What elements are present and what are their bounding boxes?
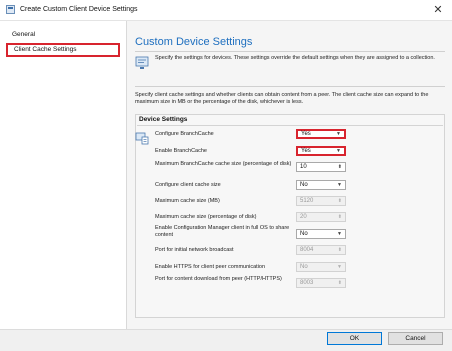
- group-title: Device Settings: [139, 116, 188, 123]
- sidebar-item-general[interactable]: General: [6, 28, 120, 42]
- enable-branchcache-dropdown[interactable]: Yes ▼: [296, 146, 346, 156]
- device-settings-icon: [135, 132, 149, 145]
- spinner-arrows-icon: ⬍: [337, 247, 342, 253]
- intro-text: Specify the settings for devices. These …: [155, 55, 435, 61]
- max-cache-size-percent-spinner[interactable]: 20 ⬍: [296, 212, 346, 222]
- intro-divider: [135, 86, 445, 87]
- max-cache-size-mb-label: Maximum cache size (MB): [155, 198, 220, 204]
- spinner-arrows-icon: ⬍: [337, 164, 342, 170]
- spinner-arrows-icon: ⬍: [337, 280, 342, 286]
- configure-branchcache-value: Yes: [301, 131, 311, 137]
- broadcast-port-label: Port for initial network broadcast: [155, 247, 234, 253]
- max-branchcache-size-spinner[interactable]: 10 ⬍: [296, 162, 346, 172]
- configure-client-cache-size-dropdown[interactable]: No ▼: [296, 180, 346, 190]
- footer-bar: [0, 329, 452, 351]
- ok-button[interactable]: OK: [327, 332, 382, 345]
- configure-client-cache-size-label: Configure client cache size: [155, 182, 221, 188]
- download-port-spinner[interactable]: 8003 ⬍: [296, 278, 346, 288]
- broadcast-port-spinner[interactable]: 8004 ⬍: [296, 245, 346, 255]
- sidebar: [0, 21, 127, 329]
- max-cache-size-mb-spinner[interactable]: 5120 ⬍: [296, 196, 346, 206]
- close-button[interactable]: ✕: [424, 0, 452, 20]
- max-cache-size-percent-value: 20: [300, 214, 307, 220]
- heading-divider: [135, 51, 445, 52]
- spinner-arrows-icon: ⬍: [337, 198, 342, 204]
- chevron-down-icon: ▼: [337, 182, 342, 188]
- sidebar-item-client-cache-settings[interactable]: Client Cache Settings: [6, 43, 120, 57]
- configure-client-cache-size-value: No: [300, 182, 308, 188]
- window-title: Create Custom Client Device Settings: [20, 6, 138, 13]
- enable-branchcache-label: Enable BranchCache: [155, 148, 207, 154]
- enable-https-dropdown[interactable]: No ▼: [296, 262, 346, 272]
- enable-share-content-value: No: [300, 231, 308, 237]
- spinner-arrows-icon: ⬍: [337, 214, 342, 220]
- chevron-down-icon: ▼: [336, 148, 341, 154]
- page-title: Custom Device Settings: [135, 36, 253, 48]
- chevron-down-icon: ▼: [336, 131, 341, 137]
- download-port-label: Port for content download from peer (HTT…: [155, 276, 282, 282]
- broadcast-port-value: 8004: [300, 247, 314, 253]
- enable-https-label: Enable HTTPS for client peer communicati…: [155, 264, 266, 270]
- configure-branchcache-label: Configure BranchCache: [155, 131, 214, 137]
- cancel-button[interactable]: Cancel: [388, 332, 443, 345]
- enable-share-content-label: Enable Configuration Manager client in f…: [155, 225, 290, 238]
- enable-share-content-dropdown[interactable]: No ▼: [296, 229, 346, 239]
- app-icon: [6, 5, 15, 14]
- max-branchcache-size-value: 10: [300, 164, 307, 170]
- group-divider: [137, 125, 443, 126]
- description-text: Specify client cache settings and whethe…: [135, 92, 429, 105]
- enable-https-value: No: [300, 264, 308, 270]
- max-cache-size-mb-value: 5120: [300, 198, 314, 204]
- settings-page-icon: [135, 56, 149, 69]
- enable-branchcache-value: Yes: [301, 148, 311, 154]
- max-cache-size-percent-label: Maximum cache size (percentage of disk): [155, 214, 257, 220]
- download-port-value: 8003: [300, 280, 314, 286]
- configure-branchcache-dropdown[interactable]: Yes ▼: [296, 129, 346, 139]
- chevron-down-icon: ▼: [337, 264, 342, 270]
- max-branchcache-size-label: Maximum BranchCache cache size (percenta…: [155, 161, 292, 167]
- chevron-down-icon: ▼: [337, 231, 342, 237]
